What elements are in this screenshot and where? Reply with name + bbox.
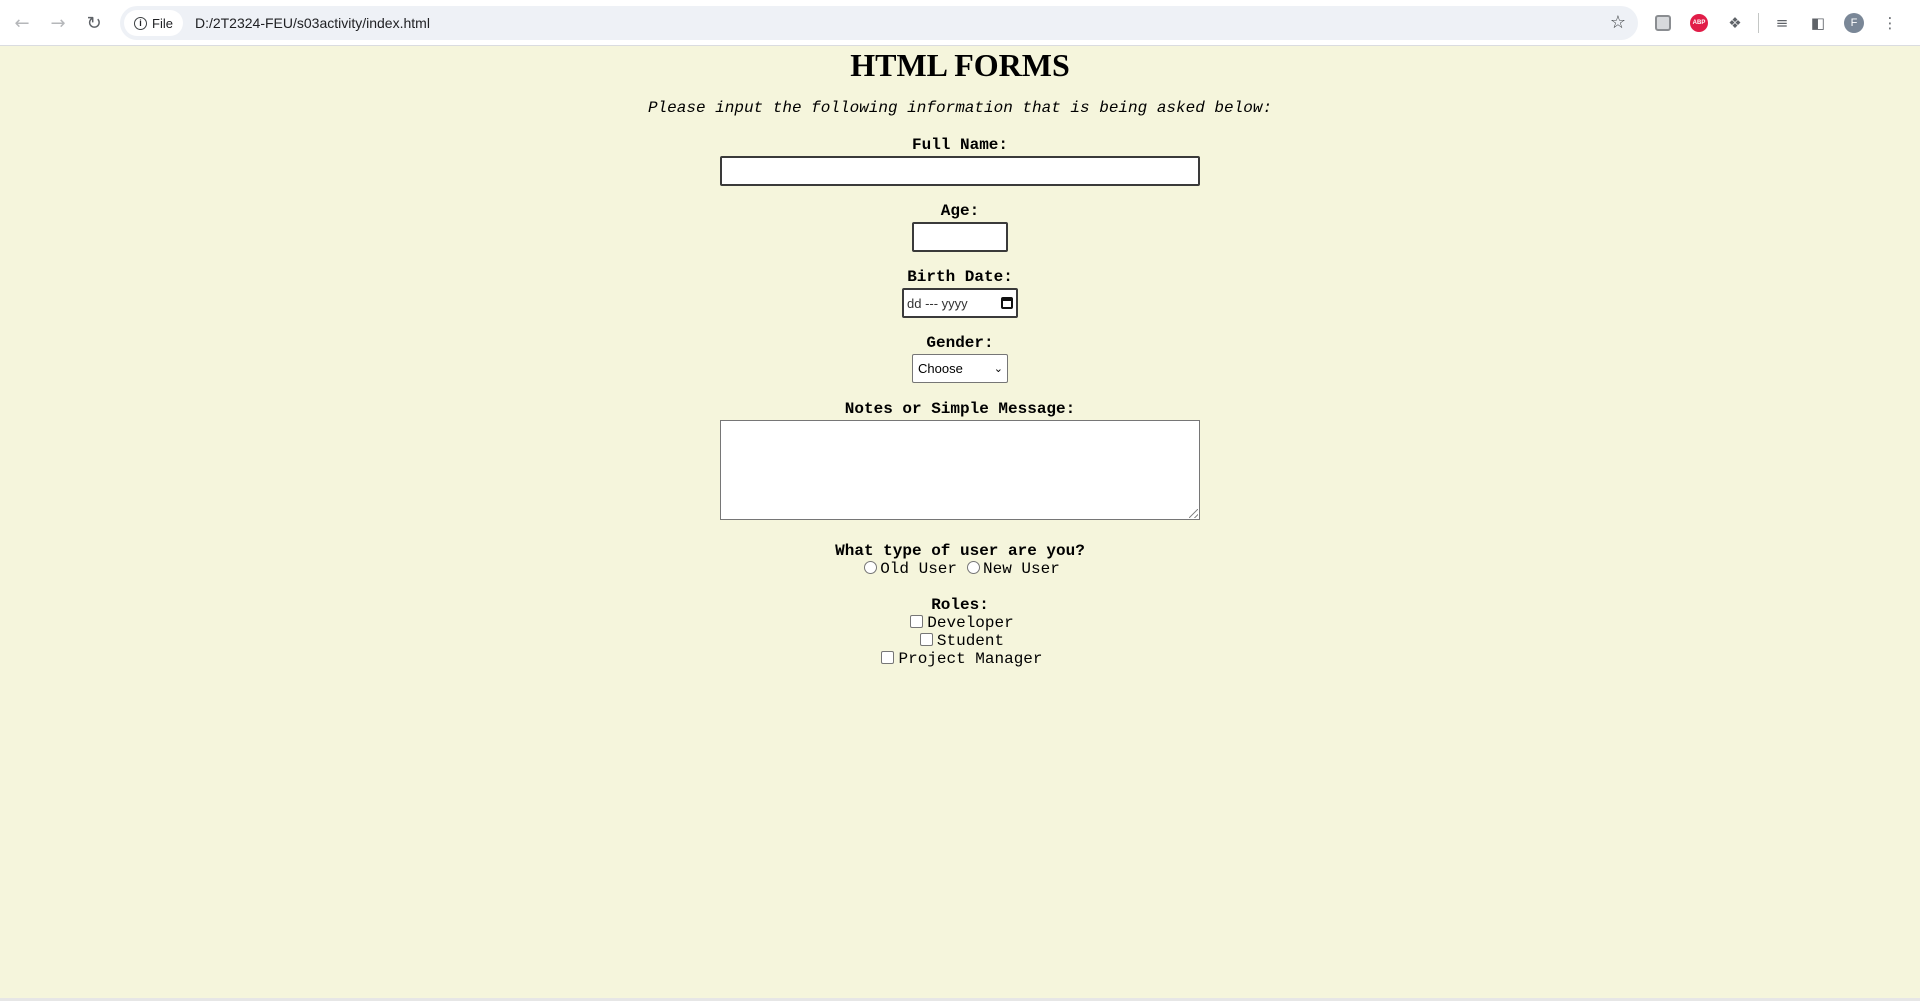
bookmark-star-icon[interactable]: ☆ [1610,12,1626,33]
adblock-extension-icon[interactable]: ABP [1686,10,1712,36]
forward-icon[interactable]: → [40,5,76,41]
info-icon: i [134,16,147,30]
roles-label: Roles: [931,596,989,614]
developer-label: Developer [927,614,1014,632]
extension-generic-icon[interactable] [1650,10,1676,36]
reload-icon[interactable]: ↻ [76,5,112,41]
role-option-project-manager: Project Manager [0,650,1920,668]
profile-avatar[interactable]: F [1841,10,1867,36]
notes-label: Notes or Simple Message: [844,400,1076,418]
birth-date-label: Birth Date: [907,268,1013,286]
role-option-student: Student [0,632,1920,650]
extensions-area: ABP ❖ ≡ ◧ F ⋮ [1650,6,1903,40]
gender-selected-value: Choose [918,361,963,376]
toolbar-separator [1758,13,1759,33]
student-checkbox[interactable] [919,632,933,646]
back-icon[interactable]: ← [4,5,40,41]
url-text[interactable]: D:/2T2324-FEU/s03activity/index.html [195,15,430,31]
birth-date-placeholder: dd --- yyyy [907,295,968,311]
chevron-down-icon: ⌄ [993,362,1003,375]
new-user-label: New User [983,560,1060,578]
notes-textarea[interactable] [720,420,1200,520]
user-type-label: What type of user are you? [835,542,1085,560]
old-user-label: Old User [880,560,957,578]
side-panel-icon[interactable]: ◧ [1805,10,1831,36]
project-manager-checkbox[interactable] [881,650,895,664]
gender-label: Gender: [926,334,994,352]
calendar-icon[interactable] [1001,297,1013,309]
age-input[interactable] [912,222,1008,252]
full-name-label: Full Name: [911,136,1008,154]
age-label: Age: [940,202,980,220]
menu-kebab-icon[interactable]: ⋮ [1877,10,1903,36]
page-content: HTML FORMS Please input the following in… [0,47,1920,1001]
project-manager-label: Project Manager [898,650,1043,668]
new-user-radio[interactable] [967,560,980,574]
page-subtitle: Please input the following information t… [647,99,1273,117]
media-control-icon[interactable]: ≡ [1769,10,1795,36]
page-title: HTML FORMS [850,47,1070,83]
resize-handle-icon[interactable] [1189,509,1198,518]
extensions-puzzle-icon[interactable]: ❖ [1722,10,1748,36]
old-user-radio[interactable] [864,560,878,574]
site-chip-label: File [152,15,173,31]
browser-toolbar: ← → ↻ i File D:/2T2324-FEU/s03activity/i… [0,0,1920,46]
developer-checkbox[interactable] [910,614,924,628]
full-name-input[interactable] [720,156,1200,186]
birth-date-input[interactable]: dd --- yyyy [902,288,1018,318]
role-option-developer: Developer [0,614,1920,632]
user-type-options: Old User New User [0,560,1920,578]
site-info-chip[interactable]: i File [124,10,183,36]
gender-select[interactable]: Choose ⌄ [912,354,1008,383]
address-bar[interactable]: i File D:/2T2324-FEU/s03activity/index.h… [120,6,1638,40]
student-label: Student [936,632,1005,650]
